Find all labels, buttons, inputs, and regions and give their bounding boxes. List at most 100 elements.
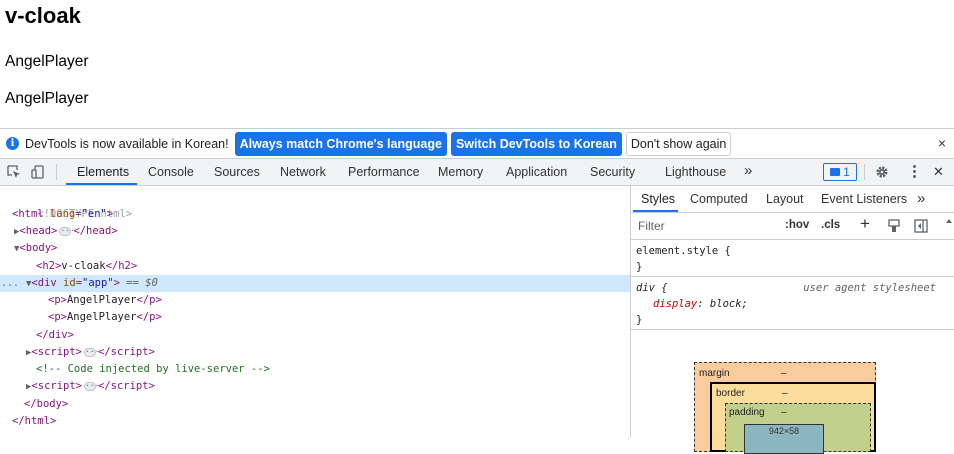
scroll-up-icon[interactable] <box>945 216 953 226</box>
div-app-node[interactable]: ▼<div id="app"> == $0 <box>26 275 158 292</box>
info-icon: i <box>6 137 19 150</box>
head-tag-open: head <box>25 225 52 237</box>
padding-value: – <box>781 407 787 418</box>
ua-stylesheet-label: user agent stylesheet <box>803 282 936 294</box>
tab-memory[interactable]: Memory <box>438 159 483 185</box>
paint-bucket-icon[interactable] <box>887 219 901 233</box>
page-heading: v-cloak <box>5 3 81 28</box>
html-tag-close: html <box>24 415 50 427</box>
p2-text: AngelPlayer <box>66 311 137 323</box>
collapsed-ellipsis-icon[interactable]: ··· <box>84 347 99 357</box>
body-tag-open: body <box>25 242 52 254</box>
new-style-rule-icon[interactable]: + <box>860 214 870 234</box>
h2-text: v-cloak <box>61 260 106 272</box>
tab-event-listeners[interactable]: Event Listeners <box>821 186 907 212</box>
tab-lighthouse[interactable]: Lighthouse <box>665 159 726 185</box>
match-chrome-language-button[interactable]: Always match Chrome's language <box>234 131 447 156</box>
body-node[interactable]: ▼<body> <box>14 240 57 257</box>
tab-elements[interactable]: Elements <box>77 159 129 185</box>
class-toggle[interactable]: .cls <box>821 219 840 231</box>
p-node-1[interactable]: <p>AngelPlayer</p> <box>48 292 162 309</box>
body-tag-close: body <box>36 398 62 410</box>
toggle-sidebar-icon[interactable] <box>914 219 928 233</box>
property-value: block; <box>709 298 748 310</box>
active-styles-tab-indicator <box>633 210 678 212</box>
doctype-node[interactable]: <!DOCTYPE html> <box>12 189 132 220</box>
div-attr-name: id <box>63 277 76 289</box>
border-label: border <box>716 388 745 399</box>
div-selector: div { <box>636 282 668 294</box>
div-attr-value: "app" <box>82 277 114 289</box>
tab-performance[interactable]: Performance <box>348 159 420 185</box>
tab-layout[interactable]: Layout <box>766 186 804 212</box>
p-node-2[interactable]: <p>AngelPlayer</p> <box>48 309 162 326</box>
hover-state-toggle[interactable]: :hov <box>785 219 809 231</box>
element-style-rule[interactable]: element.style { } <box>631 240 954 277</box>
rule-close-brace: } <box>636 314 643 326</box>
rule-close-brace: } <box>636 261 643 273</box>
more-styles-tabs-icon[interactable]: » <box>917 185 925 211</box>
element-style-selector: element.style { <box>636 245 731 257</box>
div-ua-rule[interactable]: div { user agent stylesheet display: blo… <box>631 277 954 330</box>
margin-label: margin <box>699 368 730 379</box>
collapsed-ellipsis-icon[interactable]: ··· <box>59 226 75 236</box>
html-node[interactable]: <html lang="en"> <box>12 206 113 223</box>
more-tabs-icon[interactable]: » <box>744 158 752 184</box>
box-model-diagram: margin – border – padding – 942×58 <box>631 330 954 454</box>
div-close-node[interactable]: </div> <box>36 327 74 344</box>
issues-count: 1 <box>843 165 850 179</box>
tab-security[interactable]: Security <box>590 159 635 185</box>
margin-value: – <box>781 368 787 379</box>
paragraph-1: AngelPlayer <box>5 53 89 70</box>
styles-filter-input[interactable] <box>635 217 779 235</box>
html-attr-name: lang <box>49 208 76 220</box>
styles-pane: Styles Computed Layout Event Listeners »… <box>631 185 954 454</box>
devtools-toolbar: Elements Console Sources Network Perform… <box>0 159 954 186</box>
display-declaration[interactable]: display: block; <box>653 296 748 312</box>
padding-label: padding <box>729 407 765 418</box>
tab-network[interactable]: Network <box>280 159 326 185</box>
inspect-element-icon[interactable] <box>7 165 21 179</box>
issues-badge[interactable]: 1 <box>823 163 857 181</box>
property-name: display <box>653 298 698 310</box>
issues-icon <box>830 168 841 176</box>
script-node-1[interactable]: ▶<script> ···</script> <box>26 344 155 361</box>
tab-console[interactable]: Console <box>148 159 194 185</box>
html-close-node[interactable]: </html> <box>12 413 56 430</box>
tab-application[interactable]: Application <box>506 159 567 185</box>
body-close-node[interactable]: </body> <box>24 396 68 413</box>
tab-computed[interactable]: Computed <box>690 186 748 212</box>
styles-filter-bar: :hov .cls + <box>631 213 954 240</box>
content-size: 942×58 <box>768 426 800 436</box>
toolbar-separator <box>864 164 865 180</box>
head-tag-close: head <box>86 225 112 237</box>
page-content: v-cloak AngelPlayer AngelPlayer <box>0 0 954 128</box>
comment-text: <!-- Code injected by live-server --> <box>36 363 270 375</box>
elements-dom-tree: ... <!DOCTYPE html> <html lang="en"> ▶<h… <box>0 186 630 437</box>
html-attr-value: "en" <box>81 208 107 220</box>
head-node[interactable]: ▶<head> ···</head> <box>14 223 118 240</box>
selected-node-marker: == $0 <box>126 277 158 289</box>
device-toolbar-icon[interactable] <box>31 165 45 179</box>
box-model-content[interactable]: 942×58 <box>744 424 824 454</box>
tab-styles[interactable]: Styles <box>641 186 675 212</box>
comment-node[interactable]: <!-- Code injected by live-server --> <box>36 361 270 378</box>
infobar-message: DevTools is now available in Korean! <box>25 136 229 151</box>
customize-menu-icon[interactable]: ⋮ <box>907 159 922 185</box>
settings-gear-icon[interactable] <box>875 165 889 179</box>
h2-node[interactable]: <h2>v-cloak</h2> <box>36 258 137 275</box>
tab-sources[interactable]: Sources <box>214 159 260 185</box>
node-actions-dots[interactable]: ... <box>1 275 19 292</box>
html-tag: html <box>18 208 44 220</box>
script-node-2[interactable]: ▶<script> ···</script> <box>26 378 155 395</box>
p1-text: AngelPlayer <box>66 294 137 306</box>
devtools-language-infobar: i DevTools is now available in Korean! A… <box>0 128 954 159</box>
switch-to-korean-button[interactable]: Switch DevTools to Korean <box>450 131 622 156</box>
close-devtools-icon[interactable]: ✕ <box>933 159 944 185</box>
border-value: – <box>782 388 788 399</box>
toolbar-separator <box>56 164 57 180</box>
paragraph-2: AngelPlayer <box>5 90 89 107</box>
collapsed-ellipsis-icon[interactable]: ··· <box>84 381 99 391</box>
infobar-close-icon[interactable]: × <box>938 135 946 151</box>
dont-show-again-button[interactable]: Don't show again <box>625 131 732 156</box>
